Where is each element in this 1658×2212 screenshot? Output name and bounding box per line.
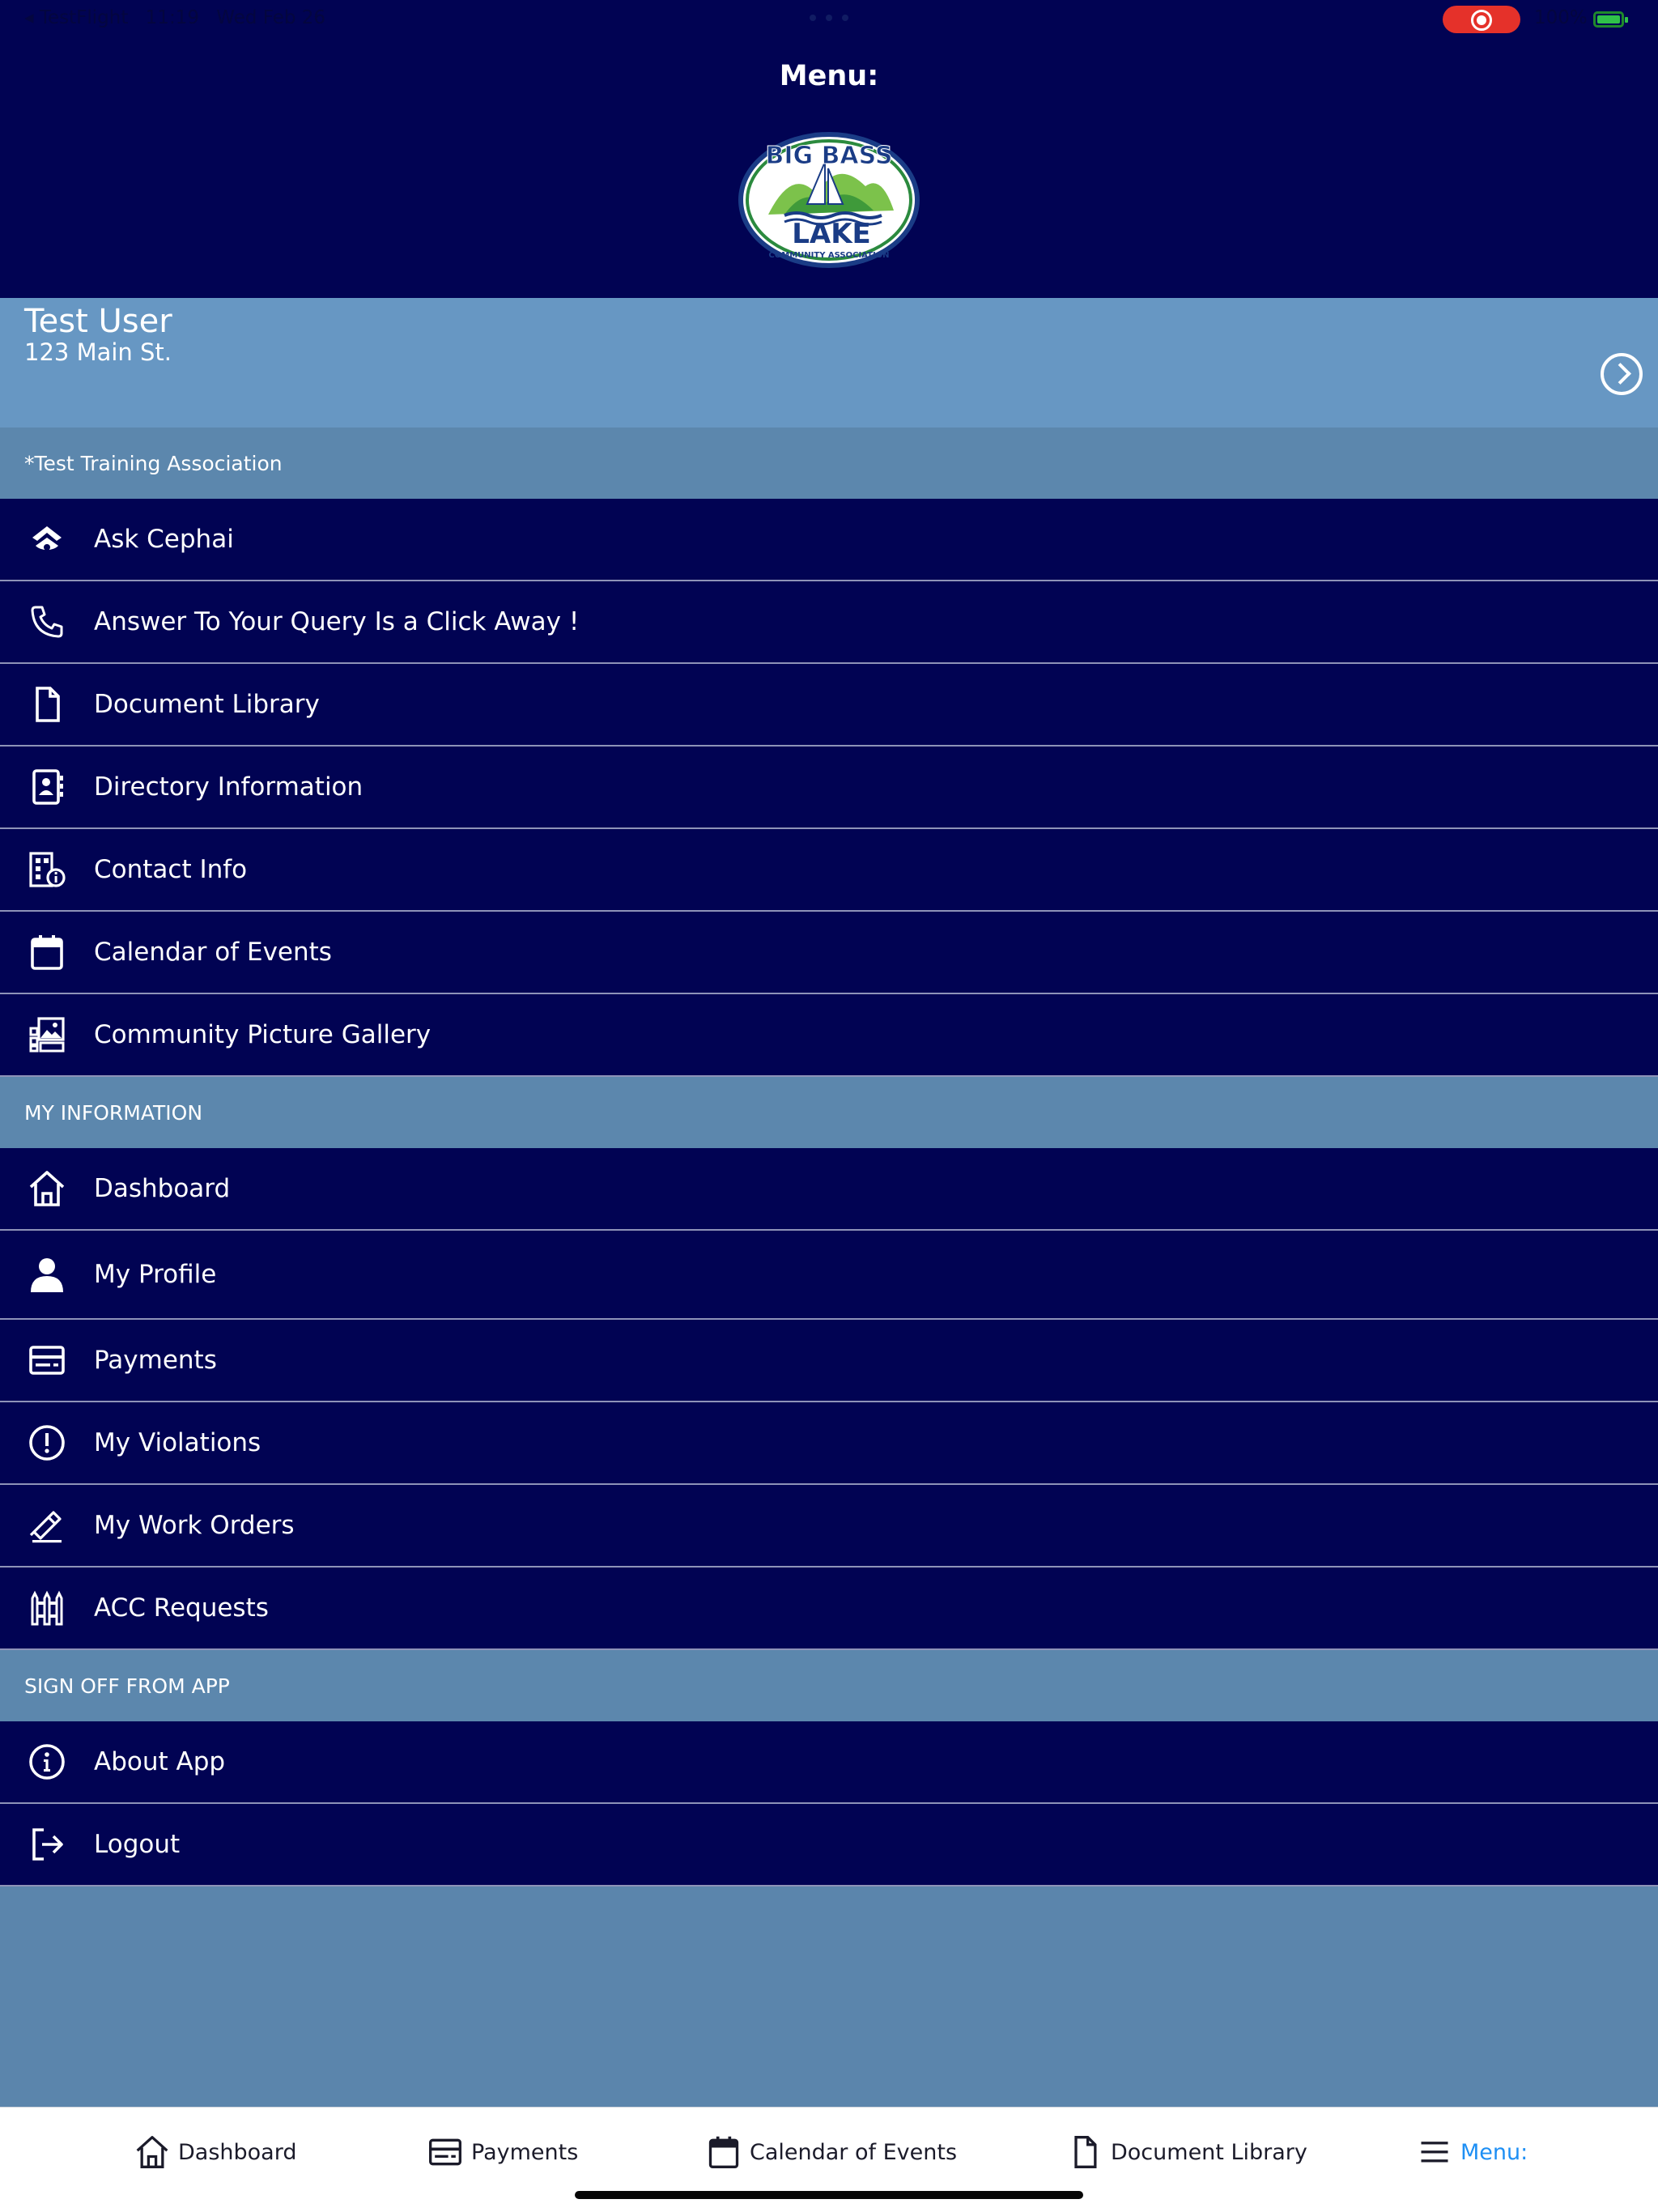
menu-item-label: Answer To Your Query Is a Click Away !	[94, 607, 580, 636]
menu-item-my-profile[interactable]: My Profile	[0, 1231, 1658, 1320]
status-bar: ◂ TestFlight 11:19 Wed Feb 26 100%	[0, 0, 1658, 39]
menu-item-label: Dashboard	[94, 1174, 231, 1203]
menu-item-about-app[interactable]: About App	[0, 1721, 1658, 1804]
screen-recording-indicator[interactable]	[1443, 6, 1520, 33]
menu-item-label: Ask Cephai	[94, 525, 234, 554]
phone-icon	[0, 581, 94, 663]
document-icon	[1074, 2136, 1097, 2168]
menu-item-my-work-orders[interactable]: My Work Orders	[0, 1485, 1658, 1568]
menu-item-label: Community Picture Gallery	[94, 1020, 432, 1049]
photo-gallery-icon	[0, 993, 94, 1076]
hamburger-menu-icon	[1421, 2142, 1448, 2163]
menu-item-logout[interactable]: Logout	[0, 1804, 1658, 1887]
menu-item-label: Contact Info	[94, 855, 248, 884]
battery-icon	[1593, 11, 1628, 28]
tab-label: Dashboard	[178, 2139, 297, 2165]
menu-item-label: Payments	[94, 1346, 217, 1375]
tab-label: Calendar of Events	[750, 2139, 958, 2165]
tab-menu[interactable]: Menu:	[1417, 2132, 1528, 2172]
menu-item-directory-information[interactable]: Directory Information	[0, 747, 1658, 829]
menu-item-label: Logout	[94, 1830, 181, 1859]
building-info-icon	[0, 828, 94, 911]
menu-screen: ◂ TestFlight 11:19 Wed Feb 26 100% Menu:…	[0, 0, 1658, 2212]
menu-item-dashboard[interactable]: Dashboard	[0, 1148, 1658, 1231]
page-title: Menu:	[779, 60, 879, 92]
menu-item-label: My Profile	[94, 1260, 217, 1289]
section-header-sign-off: SIGN OFF FROM APP	[0, 1650, 1658, 1721]
tab-dashboard[interactable]: Dashboard	[134, 2132, 296, 2172]
header: ◂ TestFlight 11:19 Wed Feb 26 100% Menu:…	[0, 0, 1658, 298]
user-card[interactable]: Test User 123 Main St.	[0, 298, 1658, 428]
menu-item-label: My Work Orders	[94, 1511, 295, 1540]
multitasking-dots[interactable]	[810, 15, 848, 21]
alert-circle-icon	[0, 1402, 94, 1484]
menu-item-community-picture-gallery[interactable]: Community Picture Gallery	[0, 994, 1658, 1077]
menu-item-label: ACC Requests	[94, 1593, 269, 1623]
menu-item-calendar-of-events[interactable]: Calendar of Events	[0, 912, 1658, 994]
menu-item-label: About App	[94, 1747, 226, 1776]
menu-item-answer-query[interactable]: Answer To Your Query Is a Click Away !	[0, 581, 1658, 664]
contact-book-icon	[0, 746, 94, 828]
menu-item-my-violations[interactable]: My Violations	[0, 1402, 1658, 1485]
home-indicator[interactable]	[575, 2191, 1083, 2199]
user-icon	[0, 1230, 94, 1319]
menu-item-label: Calendar of Events	[94, 938, 332, 967]
home-icon	[136, 2136, 168, 2168]
tab-calendar[interactable]: Calendar of Events	[706, 2132, 957, 2172]
home-icon	[0, 1147, 94, 1230]
section-header-association: *Test Training Association	[0, 428, 1658, 499]
menu-item-label: Document Library	[94, 690, 320, 719]
logout-icon	[0, 1803, 94, 1886]
payment-card-icon	[429, 2138, 461, 2166]
document-icon	[0, 663, 94, 746]
user-address: 123 Main St.	[24, 338, 172, 366]
calendar-icon	[708, 2136, 739, 2168]
status-date: Wed Feb 26	[216, 7, 326, 28]
tab-documents[interactable]: Document Library	[1067, 2132, 1307, 2172]
menu-item-document-library[interactable]: Document Library	[0, 664, 1658, 747]
menu-item-label: Directory Information	[94, 772, 363, 802]
menu-item-acc-requests[interactable]: ACC Requests	[0, 1568, 1658, 1650]
battery-percent: 100%	[1534, 7, 1588, 28]
status-left: ◂ TestFlight 11:19 Wed Feb 26	[24, 7, 337, 28]
menu-item-ask-cephai[interactable]: Ask Cephai	[0, 499, 1658, 581]
menu-item-payments[interactable]: Payments	[0, 1320, 1658, 1402]
hammer-icon	[0, 1484, 94, 1567]
menu-item-contact-info[interactable]: Contact Info	[0, 829, 1658, 912]
chevron-right-circle-icon[interactable]	[1601, 353, 1643, 395]
menu-item-label: My Violations	[94, 1428, 261, 1457]
payment-card-icon	[0, 1319, 94, 1402]
tab-payments[interactable]: Payments	[427, 2132, 578, 2172]
big-bass-lake-logo: BIG BASS LAKE COMMUNITY ASSOCIATION	[738, 132, 920, 268]
section-header-my-information: MY INFORMATION	[0, 1077, 1658, 1148]
logo-text-big-bass: BIG BASS	[765, 142, 892, 170]
calendar-icon	[0, 911, 94, 993]
fence-icon	[0, 1567, 94, 1649]
back-to-app-link[interactable]: ◂ TestFlight	[24, 7, 128, 28]
info-circle-icon	[0, 1721, 94, 1803]
cephai-icon	[0, 498, 94, 581]
user-name: Test User	[24, 303, 172, 340]
tab-label: Menu:	[1460, 2139, 1528, 2165]
tab-label: Document Library	[1111, 2139, 1307, 2165]
logo-text-community: COMMUNITY ASSOCIATION	[768, 251, 889, 260]
tab-label: Payments	[471, 2139, 579, 2165]
logo-text-lake: LAKE	[792, 218, 871, 250]
status-time: 11:19	[145, 7, 199, 28]
menu-list: *Test Training Association Ask Cephai An…	[0, 428, 1658, 1887]
